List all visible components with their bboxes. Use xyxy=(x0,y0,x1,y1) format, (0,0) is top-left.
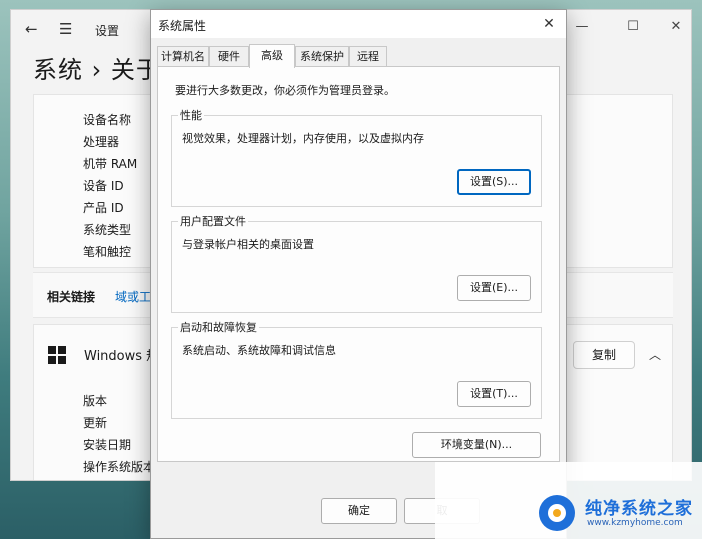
settings-title: 设置 xyxy=(95,24,120,38)
user-profiles-settings-button[interactable]: 设置(E)... xyxy=(457,275,531,301)
dialog-title: 系统属性 xyxy=(158,19,207,33)
watermark-url: www.kzmyhome.com xyxy=(587,518,683,528)
spec-label: 产品 ID xyxy=(83,201,124,215)
performance-settings-button[interactable]: 设置(S)... xyxy=(457,169,531,195)
tab-hardware[interactable]: 硬件 xyxy=(209,46,249,67)
close-icon[interactable]: ✕ xyxy=(536,12,562,36)
advanced-tab-panel: 要进行大多数更改，你必须作为管理员登录。 性能 视觉效果，处理器计划，内存使用，… xyxy=(157,66,560,462)
domain-link[interactable]: 域或工 xyxy=(115,288,151,305)
ok-button[interactable]: 确定 xyxy=(321,498,397,524)
startup-recovery-group: 启动和故障恢复 系统启动、系统故障和调试信息 设置(T)... xyxy=(171,319,542,419)
chevron-up-icon[interactable]: ︿ xyxy=(643,342,667,368)
performance-group-title: 性能 xyxy=(178,107,204,123)
tab-computer-name[interactable]: 计算机名 xyxy=(157,46,209,67)
tab-remote[interactable]: 远程 xyxy=(349,46,387,67)
windows-spec-label: 安装日期 xyxy=(83,438,132,452)
user-profiles-group-title: 用户配置文件 xyxy=(178,213,248,229)
watermark-title: 纯净系统之家 xyxy=(585,499,693,519)
admin-notice: 要进行大多数更改，你必须作为管理员登录。 xyxy=(175,84,395,97)
spec-label: 系统类型 xyxy=(83,223,132,237)
watermark-logo-icon xyxy=(539,495,575,531)
environment-variables-button[interactable]: 环境变量(N)... xyxy=(412,432,541,458)
performance-group: 性能 视觉效果，处理器计划，内存使用，以及虚拟内存 设置(S)... xyxy=(171,107,542,207)
startup-recovery-settings-button[interactable]: 设置(T)... xyxy=(457,381,531,407)
windows-spec-title: Windows 规 xyxy=(84,349,160,364)
spec-label: 设备名称 xyxy=(83,113,132,127)
back-arrow-icon[interactable]: ← xyxy=(25,19,38,39)
minimize-icon[interactable]: — xyxy=(565,14,599,40)
maximize-icon[interactable]: ☐ xyxy=(616,14,650,40)
windows-logo-icon xyxy=(48,346,66,364)
spec-label: 笔和触控 xyxy=(83,245,132,259)
spec-label: 处理器 xyxy=(83,135,120,149)
startup-recovery-desc: 系统启动、系统故障和调试信息 xyxy=(182,344,336,357)
spec-label: 设备 ID xyxy=(83,179,124,193)
watermark: 纯净系统之家 www.kzmyhome.com xyxy=(435,462,702,539)
user-profiles-desc: 与登录帐户相关的桌面设置 xyxy=(182,238,314,251)
windows-spec-label: 版本 xyxy=(83,394,108,408)
spec-label: 机带 RAM xyxy=(83,157,138,171)
copy-button[interactable]: 复制 xyxy=(573,341,635,369)
system-properties-dialog: 系统属性 ✕ 计算机名 硬件 高级 系统保护 远程 要进行大多数更改，你必须作为… xyxy=(150,9,567,539)
user-profiles-group: 用户配置文件 与登录帐户相关的桌面设置 设置(E)... xyxy=(171,213,542,313)
related-links-label: 相关链接 xyxy=(47,290,96,304)
tab-advanced[interactable]: 高级 xyxy=(249,44,295,68)
performance-desc: 视觉效果，处理器计划，内存使用，以及虚拟内存 xyxy=(182,132,424,145)
dialog-titlebar: 系统属性 ✕ xyxy=(151,10,566,38)
startup-recovery-group-title: 启动和故障恢复 xyxy=(178,319,259,335)
windows-spec-label: 更新 xyxy=(83,416,108,430)
hamburger-menu-icon[interactable]: ☰ xyxy=(59,19,72,39)
windows-spec-label: 操作系统版本 xyxy=(83,460,156,474)
close-icon[interactable]: ✕ xyxy=(659,14,691,40)
tab-system-protection[interactable]: 系统保护 xyxy=(295,46,349,67)
page-title: 系统 › 关于 xyxy=(33,56,161,84)
